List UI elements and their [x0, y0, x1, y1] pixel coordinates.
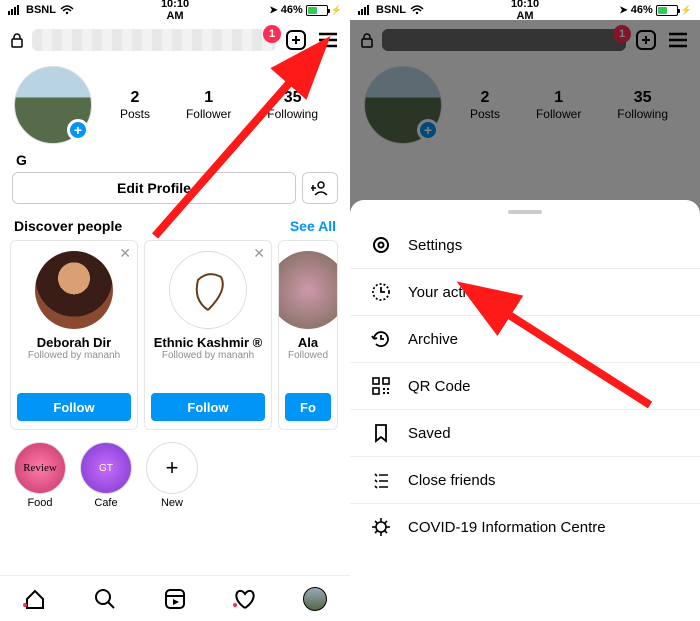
- story-label: Food: [14, 497, 66, 509]
- discover-sub: Followed: [285, 350, 331, 361]
- list-icon: [370, 470, 392, 490]
- location-icon: ➤: [269, 5, 277, 16]
- menu-label: COVID-19 Information Centre: [408, 519, 606, 536]
- menu-qr-code[interactable]: QR Code: [350, 363, 700, 410]
- menu-sheet: Settings Your activity Archive QR Code S…: [350, 200, 700, 621]
- sheet-handle[interactable]: [508, 210, 542, 214]
- story-label: New: [146, 497, 198, 509]
- discover-sub: Followed by mananh: [151, 350, 265, 361]
- carrier-label: BSNL: [26, 4, 56, 16]
- menu-label: Settings: [408, 237, 462, 254]
- story-highlight[interactable]: GTCafe: [80, 442, 132, 509]
- see-all-link[interactable]: See All: [290, 218, 336, 234]
- battery-percent: 46%: [281, 4, 303, 16]
- status-bar: BSNL 10:10 AM ➤ 46% ⚡: [350, 0, 700, 20]
- gear-icon: [370, 235, 392, 255]
- nav-reels[interactable]: [163, 587, 187, 611]
- battery-percent: 46%: [631, 4, 653, 16]
- story-label: Cafe: [80, 497, 132, 509]
- stat-posts[interactable]: 2Posts: [120, 89, 150, 121]
- discover-card: Ala Followed Fo: [278, 240, 338, 430]
- close-icon[interactable]: ✕: [119, 245, 131, 262]
- signal-icon: [8, 5, 22, 15]
- menu-label: Archive: [408, 331, 458, 348]
- add-story-plus-icon[interactable]: +: [67, 119, 89, 141]
- edit-profile-button[interactable]: Edit Profile: [12, 172, 296, 204]
- display-name: G: [0, 150, 350, 172]
- new-highlight-button[interactable]: +New: [146, 442, 198, 509]
- stat-following[interactable]: 35Following: [267, 89, 318, 121]
- notification-badge: 1: [263, 25, 281, 43]
- menu-covid-info[interactable]: COVID-19 Information Centre: [350, 504, 700, 550]
- menu-label: QR Code: [408, 378, 471, 395]
- discover-title: Discover people: [14, 218, 122, 234]
- discover-name: Deborah Dir: [17, 335, 131, 350]
- lock-icon: [10, 32, 24, 48]
- nav-home[interactable]: [23, 587, 47, 611]
- charging-icon: ⚡: [681, 5, 692, 16]
- discover-avatar[interactable]: [169, 251, 247, 329]
- discover-card: ✕ Deborah Dir Followed by mananh Follow: [10, 240, 138, 430]
- status-bar: BSNL 10:10 AM ➤ 46% ⚡: [0, 0, 350, 20]
- discover-sub: Followed by mananh: [17, 350, 131, 361]
- discover-name: Ethnic Kashmir ®: [151, 335, 265, 350]
- story-highlights: ReviewFood GTCafe +New: [0, 430, 350, 511]
- qr-icon: [370, 376, 392, 396]
- hamburger-menu-button[interactable]: [316, 28, 340, 52]
- bookmark-icon: [370, 423, 392, 443]
- nav-activity[interactable]: [233, 587, 257, 611]
- top-bar: 1: [0, 20, 350, 60]
- follow-button[interactable]: Fo: [285, 393, 331, 421]
- profile-screen: BSNL 10:10 AM ➤ 46% ⚡ 1 + 2Posts 1Follow…: [0, 0, 350, 621]
- status-time: 10:10 AM: [161, 0, 189, 22]
- carrier-label: BSNL: [376, 4, 406, 16]
- follow-button[interactable]: Follow: [17, 393, 131, 421]
- menu-your-activity[interactable]: Your activity: [350, 269, 700, 316]
- discover-carousel[interactable]: ✕ Deborah Dir Followed by mananh Follow …: [0, 240, 350, 430]
- menu-close-friends[interactable]: Close friends: [350, 457, 700, 504]
- battery-icon: [306, 5, 328, 16]
- archive-icon: [370, 329, 392, 349]
- discover-name: Ala: [285, 335, 331, 350]
- discover-card: ✕ Ethnic Kashmir ® Followed by mananh Fo…: [144, 240, 272, 430]
- menu-label: Close friends: [408, 472, 496, 489]
- signal-icon: [358, 5, 372, 15]
- location-icon: ➤: [619, 5, 627, 16]
- nav-search[interactable]: [93, 587, 117, 611]
- follow-button[interactable]: Follow: [151, 393, 265, 421]
- close-icon[interactable]: ✕: [253, 245, 265, 262]
- discover-avatar[interactable]: [35, 251, 113, 329]
- menu-saved[interactable]: Saved: [350, 410, 700, 457]
- nav-profile[interactable]: [303, 587, 327, 611]
- menu-screen: BSNL 10:10 AM ➤ 46% ⚡ 1 + 2Posts 1Follow…: [350, 0, 700, 621]
- discover-people-button[interactable]: [302, 172, 338, 204]
- menu-settings[interactable]: Settings: [350, 222, 700, 269]
- menu-label: Saved: [408, 425, 451, 442]
- status-time: 10:10 AM: [511, 0, 539, 22]
- covid-icon: [370, 517, 392, 537]
- charging-icon: ⚡: [331, 5, 342, 16]
- avatar[interactable]: +: [14, 66, 92, 144]
- menu-label: Your activity: [408, 284, 488, 301]
- story-highlight[interactable]: ReviewFood: [14, 442, 66, 509]
- stat-followers[interactable]: 1Follower: [186, 89, 231, 121]
- menu-archive[interactable]: Archive: [350, 316, 700, 363]
- create-button[interactable]: [284, 28, 308, 52]
- username-dropdown[interactable]: 1: [32, 29, 276, 51]
- battery-icon: [656, 5, 678, 16]
- wifi-icon: [60, 5, 74, 15]
- wifi-icon: [410, 5, 424, 15]
- activity-icon: [370, 282, 392, 302]
- profile-stats-row: + 2Posts 1Follower 35Following: [0, 60, 350, 150]
- discover-avatar[interactable]: [278, 251, 338, 329]
- bottom-nav: [0, 575, 350, 621]
